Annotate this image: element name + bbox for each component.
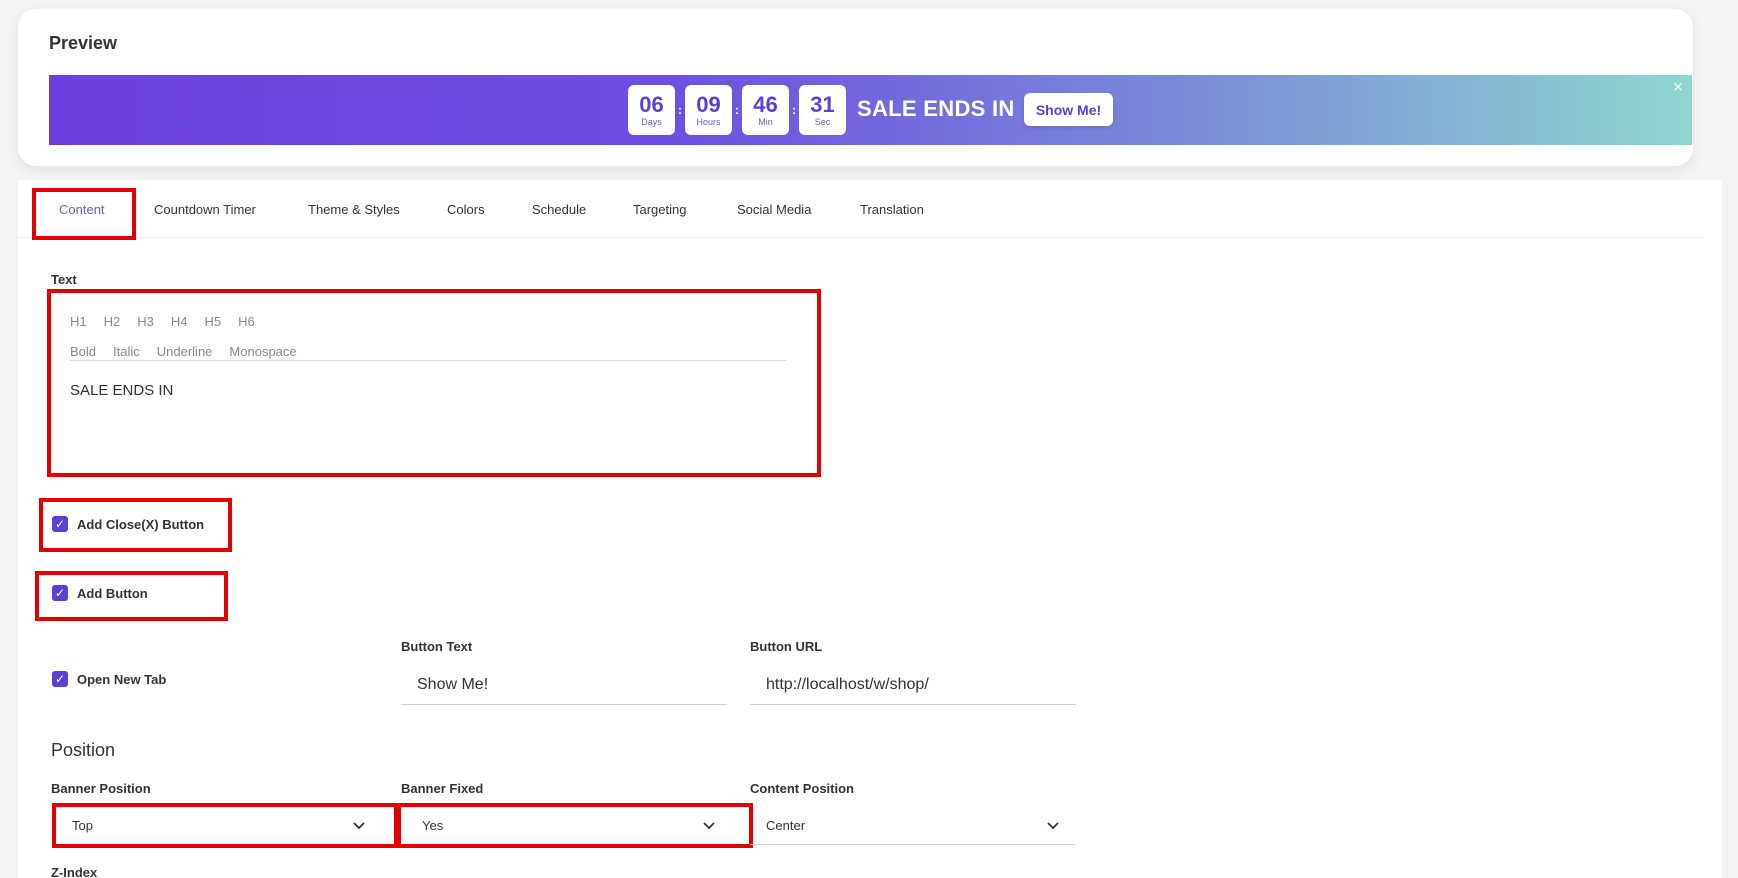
monospace-button[interactable]: Monospace [229,344,296,359]
h1-button[interactable]: H1 [70,314,87,329]
add-button-checkbox[interactable]: ✓ Add Button [52,585,148,601]
banner-fixed-label: Banner Fixed [401,781,484,796]
chevron-down-icon [352,819,366,833]
timer-seconds: 31 Sec [799,85,846,135]
tab-content[interactable]: Content [59,202,105,217]
button-text-input[interactable]: Show Me! [401,665,727,705]
banner-position-select[interactable]: Top [56,807,382,845]
h3-button[interactable]: H3 [137,314,154,329]
rich-text-editor[interactable]: H1 H2 H3 H4 H5 H6 Bold Italic Underline … [51,286,805,444]
tab-targeting[interactable]: Targeting [633,202,686,217]
timer-minutes-label: Min [758,116,773,127]
tab-bar: Content Countdown Timer Theme & Styles C… [18,180,1704,238]
button-url-label: Button URL [750,639,823,654]
chevron-down-icon [1046,819,1060,833]
underline-button[interactable]: Underline [157,344,213,359]
check-icon[interactable]: ✓ [52,516,68,532]
tab-social-media[interactable]: Social Media [737,202,811,217]
open-new-tab-label: Open New Tab [77,671,167,687]
preview-card: Preview 06 Days : 09 Hours : 46 Min : 31… [18,9,1693,166]
banner-show-me-button[interactable]: Show Me! [1024,93,1113,126]
banner-fixed-value: Yes [422,818,444,833]
timer-separator: : [678,103,682,117]
h2-button[interactable]: H2 [104,314,121,329]
close-icon[interactable]: × [1670,78,1686,96]
timer-seconds-value: 31 [810,91,835,117]
content-position-select[interactable]: Center [750,807,1076,845]
italic-button[interactable]: Italic [113,344,140,359]
banner-fixed-select[interactable]: Yes [406,807,732,845]
timer-minutes: 46 Min [742,85,789,135]
editor-text[interactable]: SALE ENDS IN [70,382,173,399]
button-text-label: Button Text [401,639,473,654]
h4-button[interactable]: H4 [171,314,188,329]
h5-button[interactable]: H5 [205,314,222,329]
countdown-banner: 06 Days : 09 Hours : 46 Min : 31 Sec SAL… [49,75,1692,145]
preview-title: Preview [49,33,118,53]
add-button-label: Add Button [77,585,148,601]
timer-hours: 09 Hours [685,85,732,135]
timer-minutes-value: 46 [753,91,778,117]
check-icon[interactable]: ✓ [52,671,68,687]
tab-colors[interactable]: Colors [447,202,485,217]
timer-days-value: 06 [639,91,664,117]
chevron-down-icon [702,819,716,833]
tab-theme-styles[interactable]: Theme & Styles [308,202,400,217]
button-url-input[interactable]: http://localhost/w/shop/ [750,665,1076,705]
tab-schedule[interactable]: Schedule [532,202,586,217]
heading-toolbar: H1 H2 H3 H4 H5 H6 [70,314,272,329]
settings-panel: Content Countdown Timer Theme & Styles C… [18,180,1722,878]
editor-divider [70,360,786,361]
check-icon[interactable]: ✓ [52,585,68,601]
z-index-label: Z-Index [51,865,98,878]
open-new-tab-checkbox[interactable]: ✓ Open New Tab [52,671,166,687]
banner-text: SALE ENDS IN [857,96,1015,121]
timer-separator: : [735,103,739,117]
timer-days: 06 Days [628,85,675,135]
timer-hours-label: Hours [696,116,721,127]
bold-button[interactable]: Bold [70,344,96,359]
countdown-timer: 06 Days : 09 Hours : 46 Min : 31 Sec [628,85,846,135]
timer-separator: : [792,103,796,117]
tab-translation[interactable]: Translation [860,202,924,217]
tab-countdown-timer[interactable]: Countdown Timer [154,202,256,217]
add-close-checkbox[interactable]: ✓ Add Close(X) Button [52,516,204,532]
timer-seconds-label: Sec [814,116,831,127]
h6-button[interactable]: H6 [238,314,255,329]
content-position-label: Content Position [750,781,854,796]
content-position-value: Center [766,818,806,833]
add-close-label: Add Close(X) Button [77,516,205,532]
format-toolbar: Bold Italic Underline Monospace [70,344,314,359]
banner-position-label: Banner Position [51,781,151,796]
timer-hours-value: 09 [696,91,721,117]
timer-days-label: Days [641,116,662,127]
position-heading: Position [51,740,116,760]
banner-position-value: Top [72,818,93,833]
text-label: Text [51,272,77,287]
